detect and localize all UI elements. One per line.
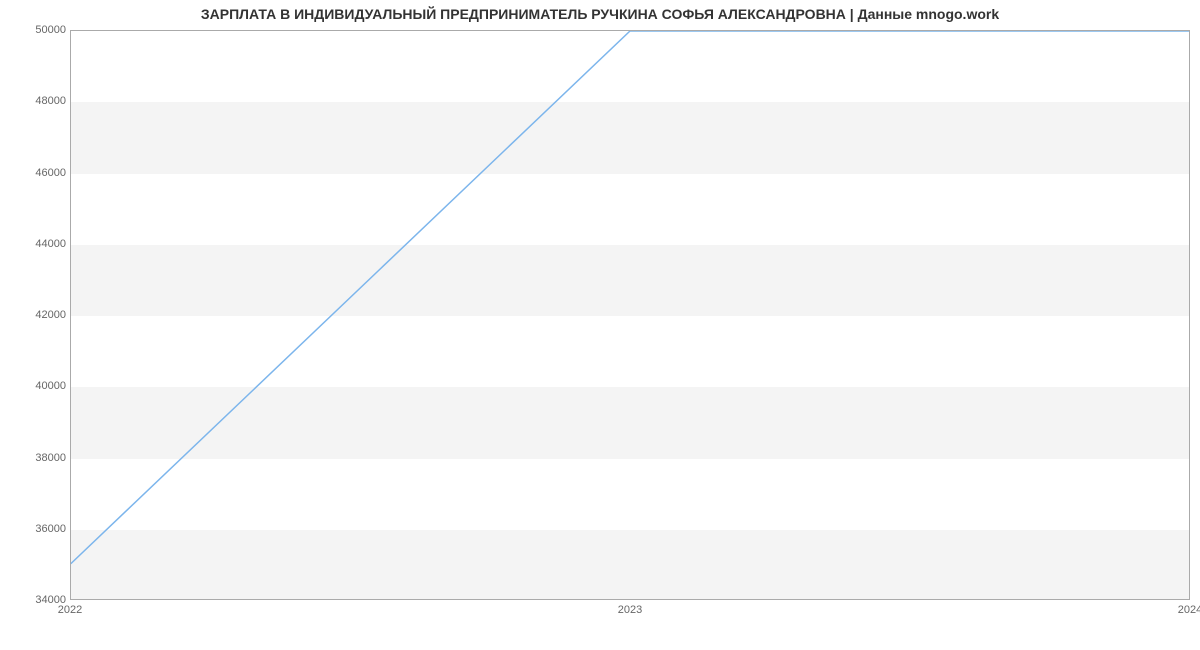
plot-area bbox=[70, 30, 1190, 600]
y-tick-label: 46000 bbox=[6, 167, 66, 179]
y-tick-label: 40000 bbox=[6, 380, 66, 392]
x-tick-label: 2024 bbox=[1178, 604, 1200, 616]
y-tick-label: 38000 bbox=[6, 452, 66, 464]
chart-container: ЗАРПЛАТА В ИНДИВИДУАЛЬНЫЙ ПРЕДПРИНИМАТЕЛ… bbox=[0, 0, 1200, 650]
y-tick-label: 44000 bbox=[6, 238, 66, 250]
y-tick-label: 36000 bbox=[6, 523, 66, 535]
line-series bbox=[71, 31, 1189, 599]
y-tick-label: 48000 bbox=[6, 95, 66, 107]
y-tick-label: 50000 bbox=[6, 24, 66, 36]
y-tick-label: 42000 bbox=[6, 309, 66, 321]
chart-title: ЗАРПЛАТА В ИНДИВИДУАЛЬНЫЙ ПРЕДПРИНИМАТЕЛ… bbox=[0, 6, 1200, 22]
x-tick-label: 2023 bbox=[618, 604, 642, 616]
x-tick-label: 2022 bbox=[58, 604, 82, 616]
series-polyline bbox=[71, 31, 1189, 564]
